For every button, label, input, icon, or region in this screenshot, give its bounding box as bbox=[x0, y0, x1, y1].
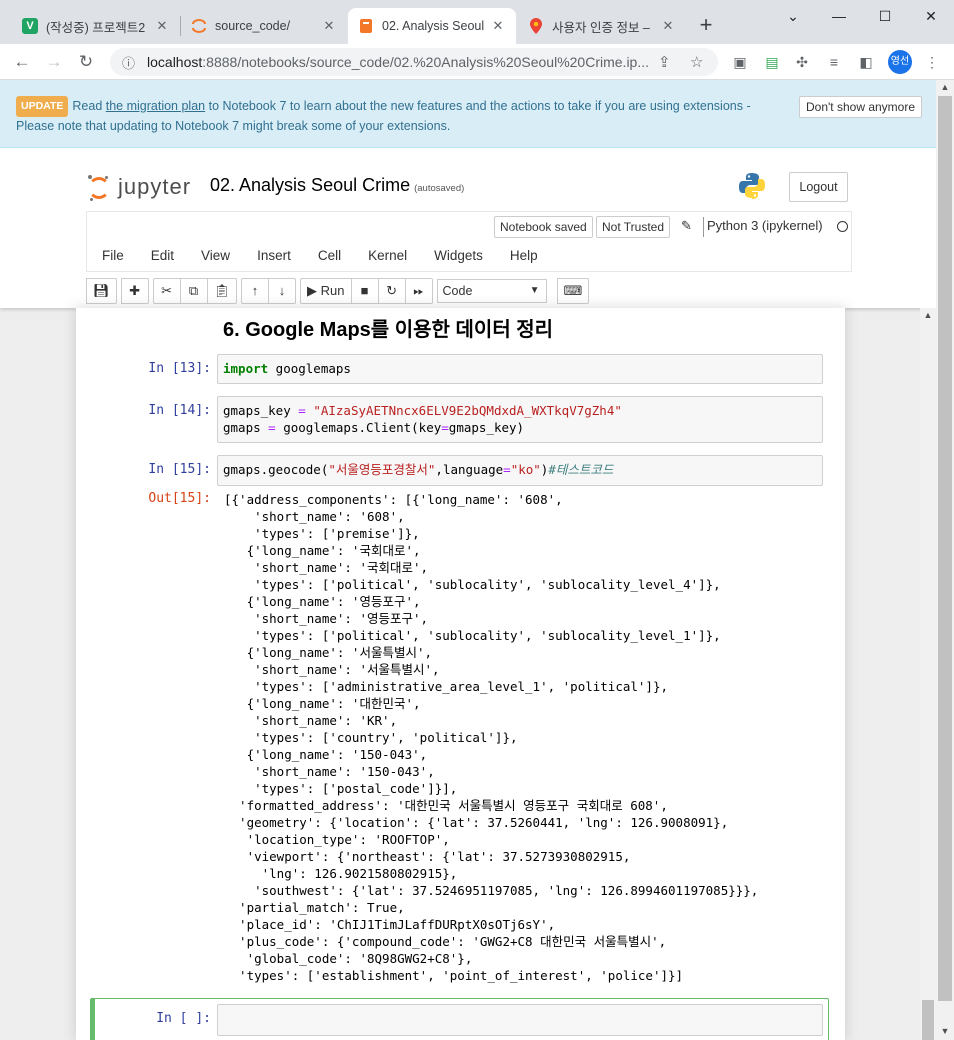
cell-output: [{'address_components': [{'long_name': '… bbox=[224, 492, 759, 983]
run-button[interactable]: ▶ Run bbox=[300, 278, 352, 304]
tab-title: 02. Analysis Seoul bbox=[382, 19, 485, 33]
back-icon[interactable]: ← bbox=[10, 50, 34, 74]
tab-title: 사용자 인증 정보 – bbox=[552, 20, 650, 35]
maximize-button[interactable]: ☐ bbox=[862, 4, 908, 28]
tab-search-icon[interactable]: ⌄ bbox=[770, 4, 816, 28]
menu-kebab-icon[interactable]: ⋮ bbox=[922, 52, 942, 72]
minimize-button[interactable]: — bbox=[816, 4, 862, 28]
tab-source-code[interactable]: source_code/ ✕ bbox=[181, 8, 347, 44]
maps-pin-icon bbox=[528, 18, 544, 34]
kernel-status-icon bbox=[837, 221, 848, 232]
menu-view[interactable]: View bbox=[186, 246, 242, 266]
share-icon[interactable]: ⇪ bbox=[658, 53, 671, 71]
tab-strip: V (작성중) 프로젝트2 ✕ source_code/ ✕ 02. Analy… bbox=[0, 0, 954, 44]
bookmark-star-icon[interactable]: ☆ bbox=[690, 53, 703, 71]
jupyter-icon bbox=[191, 18, 207, 34]
tab-credentials[interactable]: 사용자 인증 정보 – ✕ bbox=[518, 8, 686, 44]
menu-widgets[interactable]: Widgets bbox=[419, 246, 495, 266]
new-tab-button[interactable]: + bbox=[694, 14, 718, 38]
close-icon[interactable]: ✕ bbox=[490, 18, 506, 34]
tab-analysis-notebook[interactable]: 02. Analysis Seoul ✕ bbox=[348, 8, 516, 44]
code-cell-input[interactable]: gmaps_key = "AIzaSyAETNncx6ELV9E2bQMdxdA… bbox=[217, 396, 823, 443]
notebook-header: jupyter 02. Analysis Seoul Crime (autosav… bbox=[0, 148, 936, 308]
close-window-button[interactable]: ✕ bbox=[908, 4, 954, 28]
menu-bar: Notebook saved Not Trusted ✎ Python 3 (i… bbox=[86, 211, 852, 272]
menu-cell[interactable]: Cell bbox=[303, 246, 353, 266]
migration-plan-link[interactable]: the migration plan bbox=[106, 99, 205, 113]
restart-icon[interactable]: ↻ bbox=[377, 278, 406, 304]
play-icon: ▶ bbox=[307, 283, 318, 298]
address-bar[interactable]: ⓘ localhost:8888/notebooks/source_code/0… bbox=[110, 48, 718, 76]
cell-prompt: In [15]: bbox=[148, 462, 211, 477]
puzzle-icon[interactable]: ✣ bbox=[792, 52, 812, 72]
profile-avatar[interactable]: 영선 bbox=[888, 50, 912, 74]
menu-kernel[interactable]: Kernel bbox=[353, 246, 419, 266]
tab-title: source_code/ bbox=[215, 19, 291, 33]
notebook-icon bbox=[358, 18, 374, 34]
side-panel-icon[interactable]: ◧ bbox=[856, 52, 876, 72]
move-down-icon[interactable]: ↓ bbox=[268, 278, 297, 304]
tab-project[interactable]: V (작성중) 프로젝트2 ✕ bbox=[12, 8, 180, 44]
cell-prompt: In [13]: bbox=[148, 361, 211, 376]
cut-icon[interactable]: ✂ bbox=[152, 278, 181, 304]
cell-prompt: In [14]: bbox=[148, 403, 211, 418]
close-icon[interactable]: ✕ bbox=[321, 18, 337, 34]
menu-items: File Edit View Insert Cell Kernel Widget… bbox=[87, 246, 550, 266]
autosave-status: (autosaved) bbox=[414, 183, 465, 194]
cell-type-select[interactable]: Code ▼ bbox=[436, 279, 547, 303]
code-cell-input[interactable]: import googlemaps bbox=[217, 354, 823, 384]
code-cell-input[interactable]: gmaps.geocode("서울영등포경찰서",language="ko")#… bbox=[217, 455, 823, 486]
logout-button[interactable]: Logout bbox=[789, 172, 848, 202]
copy-icon[interactable]: ⧉ bbox=[179, 278, 208, 304]
forward-icon[interactable]: → bbox=[42, 50, 66, 74]
notebook-title[interactable]: 02. Analysis Seoul Crime (autosaved) bbox=[210, 175, 464, 196]
update-banner: UPDATE Read the migration plan to Noteboo… bbox=[0, 80, 936, 148]
python-logo-icon bbox=[738, 172, 766, 200]
info-icon[interactable]: ⓘ bbox=[122, 53, 135, 72]
notebook-container: 6. Google Maps를 이용한 데이터 정리 In [13]: impo… bbox=[76, 308, 845, 1040]
url-text[interactable]: localhost:8888/notebooks/source_code/02.… bbox=[147, 54, 657, 70]
browser-window: V (작성중) 프로젝트2 ✕ source_code/ ✕ 02. Analy… bbox=[0, 0, 954, 1040]
vplate-icon: V bbox=[22, 18, 38, 34]
menu-file[interactable]: File bbox=[87, 246, 136, 266]
update-badge: UPDATE bbox=[16, 96, 69, 117]
selected-empty-cell[interactable]: In [ ]: bbox=[90, 998, 829, 1040]
code-cell-input[interactable] bbox=[217, 1004, 823, 1036]
kernel-name[interactable]: Python 3 (ipykernel) bbox=[707, 218, 823, 233]
cell-prompt: In [ ]: bbox=[156, 1011, 211, 1026]
scrollbar-thumb[interactable] bbox=[922, 1000, 934, 1040]
page-scrollbar[interactable]: ▲ ▼ bbox=[936, 80, 954, 1040]
extension-icon[interactable]: ▤ bbox=[762, 52, 782, 72]
tab-title: (작성중) 프로젝트2 bbox=[46, 20, 146, 35]
chevron-down-icon: ▼ bbox=[529, 285, 540, 296]
close-icon[interactable]: ✕ bbox=[660, 18, 676, 34]
edit-pencil-icon[interactable]: ✎ bbox=[681, 218, 692, 234]
notebook-saved-indicator: Notebook saved bbox=[494, 216, 593, 238]
menu-edit[interactable]: Edit bbox=[136, 246, 186, 266]
fast-forward-icon[interactable]: ⏩︎ bbox=[404, 278, 433, 304]
notebook-toolbar: 💾︎ ✚ ✂ ⧉ 📋︎ ↑ ↓ ▶ Run ■ ↻ ⏩︎ Code ▼ ⌨ bbox=[86, 278, 593, 304]
output-prompt: Out[15]: bbox=[148, 491, 211, 506]
page-content: UPDATE Read the migration plan to Noteboo… bbox=[0, 80, 936, 1040]
add-cell-icon[interactable]: ✚ bbox=[120, 278, 149, 304]
menu-help[interactable]: Help bbox=[495, 246, 550, 266]
notebook-scrollbar[interactable]: ▲ bbox=[920, 308, 936, 1040]
keyboard-icon[interactable]: ⌨ bbox=[556, 278, 590, 304]
markdown-heading[interactable]: 6. Google Maps를 이용한 데이터 정리 bbox=[223, 313, 553, 342]
close-icon[interactable]: ✕ bbox=[154, 18, 170, 34]
stop-icon[interactable]: ■ bbox=[350, 278, 379, 304]
save-icon[interactable]: 💾︎ bbox=[86, 278, 117, 304]
extension-icon[interactable]: ▣ bbox=[730, 52, 750, 72]
scrollbar-thumb[interactable] bbox=[938, 96, 952, 1001]
media-icon[interactable]: ≡ bbox=[824, 52, 844, 72]
not-trusted-button[interactable]: Not Trusted bbox=[596, 216, 671, 238]
browser-toolbar: ← → ↻ ⓘ localhost:8888/notebooks/source_… bbox=[0, 44, 954, 80]
jupyter-icon bbox=[88, 174, 110, 201]
reload-icon[interactable]: ↻ bbox=[74, 50, 98, 74]
dont-show-button[interactable]: Don't show anymore bbox=[799, 96, 923, 118]
jupyter-logo[interactable]: jupyter bbox=[88, 172, 191, 202]
paste-icon[interactable]: 📋︎ bbox=[206, 278, 238, 304]
menu-insert[interactable]: Insert bbox=[242, 246, 303, 266]
move-up-icon[interactable]: ↑ bbox=[241, 278, 270, 304]
